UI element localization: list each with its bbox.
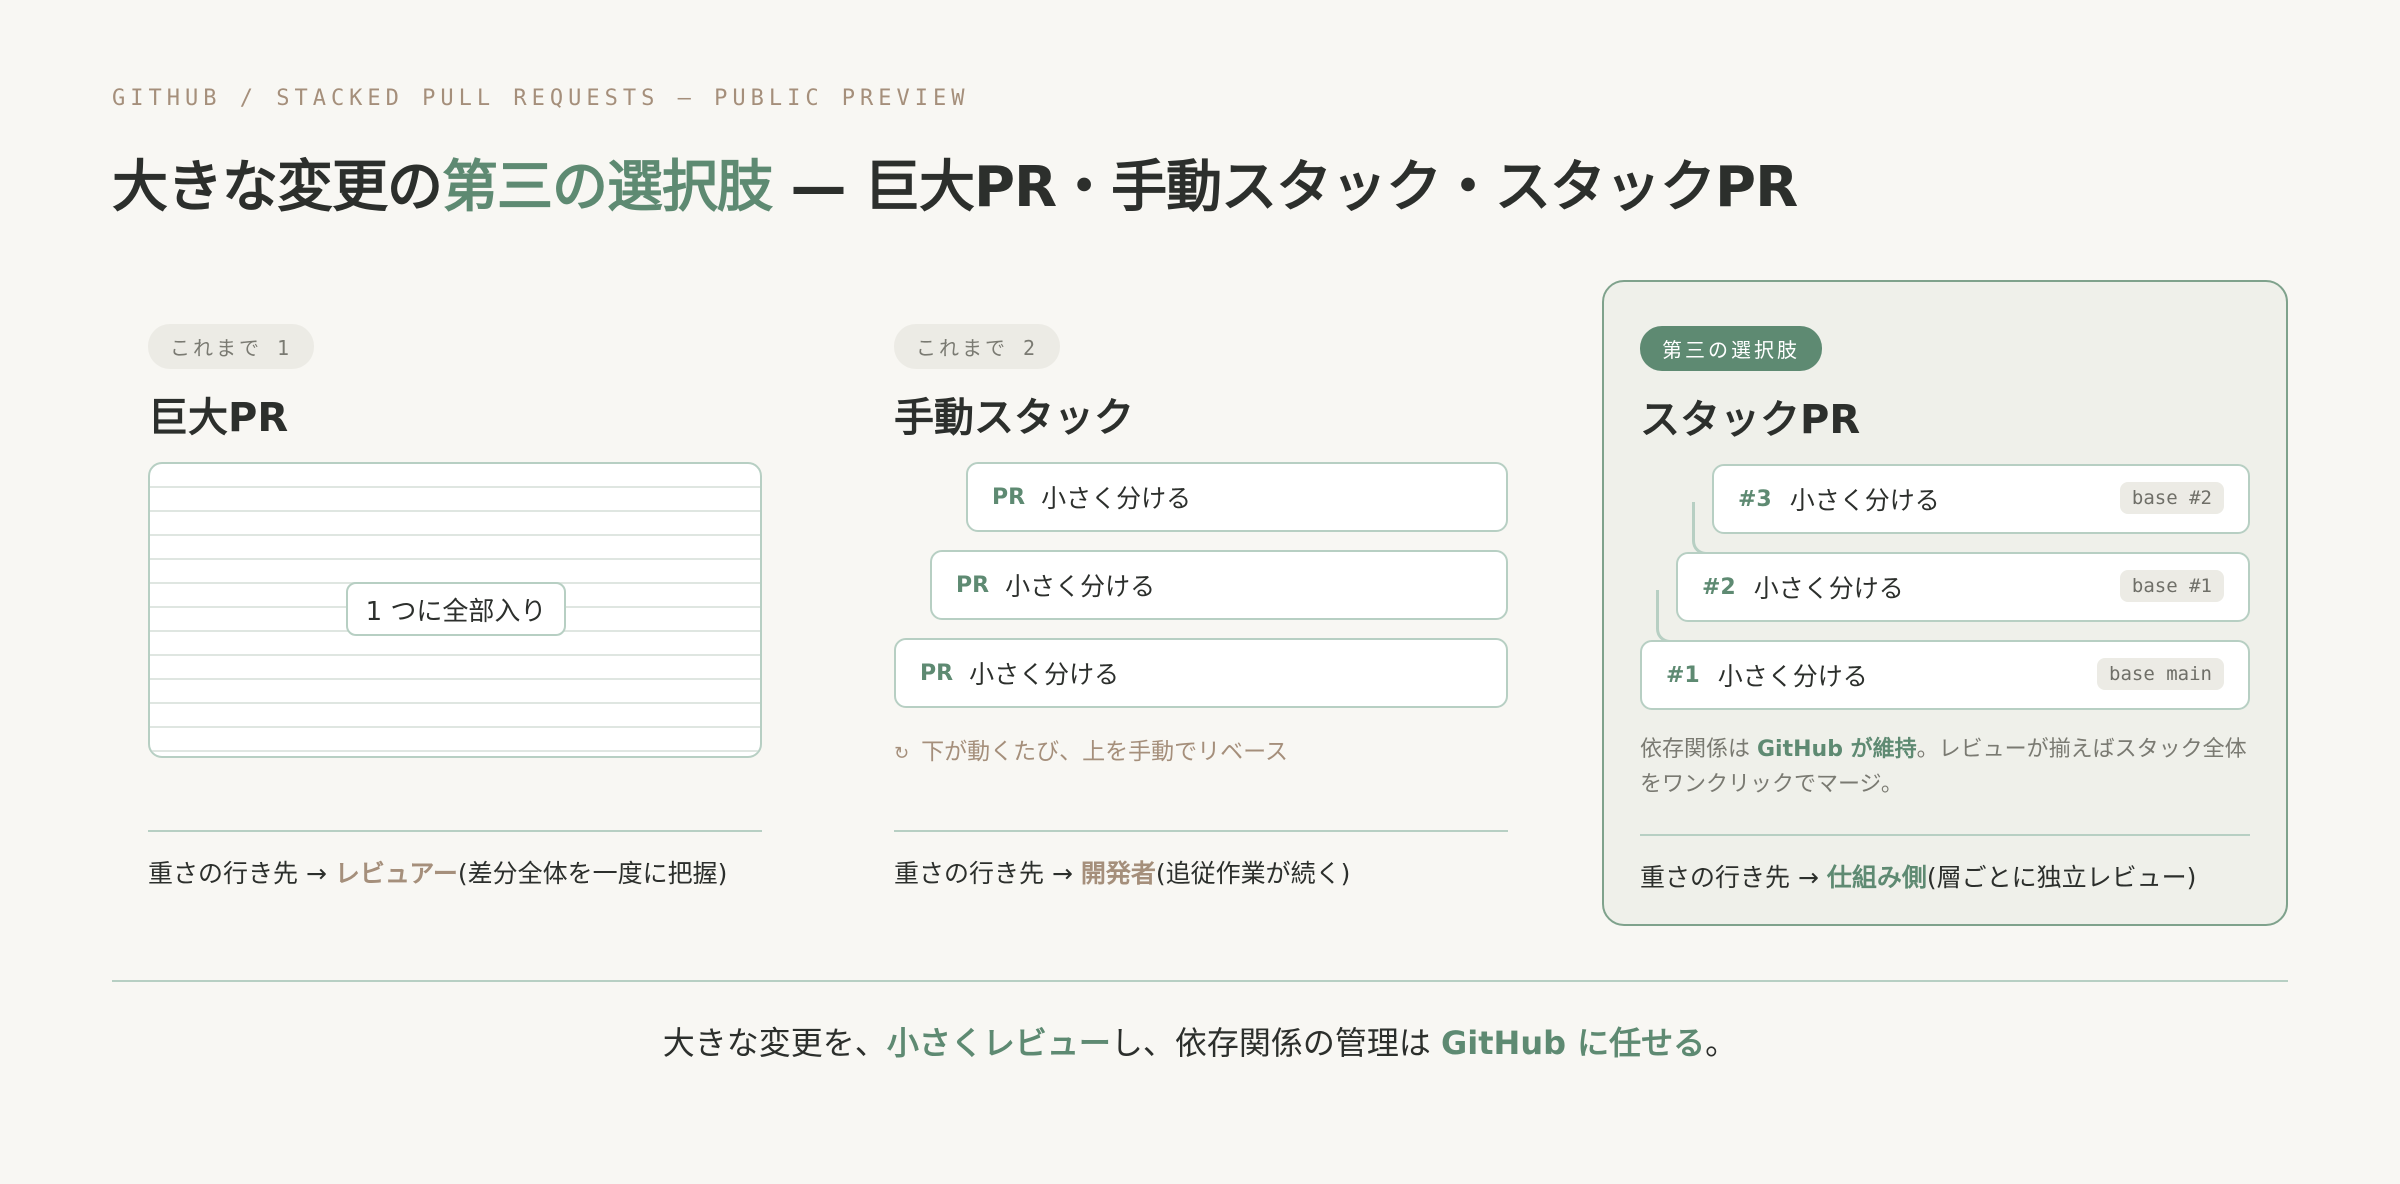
column-stacked-pr: 第三の選択肢 スタックPR #3 小さく分ける base #2 #2 小さく分け… bbox=[1602, 280, 2288, 926]
pr-tag: PR bbox=[992, 484, 1026, 510]
weight-note: (差分全体を一度に把握) bbox=[457, 859, 728, 888]
pr-number: #2 bbox=[1702, 574, 1736, 600]
title-accent: 第三の選択肢 bbox=[442, 155, 773, 220]
pr-tag: PR bbox=[956, 572, 990, 598]
base-badge: base #1 bbox=[2119, 570, 2224, 602]
pr-label: 小さく分ける bbox=[1753, 574, 1904, 603]
pr-card: PR 小さく分ける bbox=[966, 462, 1508, 532]
pr-label: 小さく分ける bbox=[1041, 484, 1192, 513]
footer-mid: し、依存関係の管理は bbox=[1110, 1024, 1442, 1062]
footer-accent-review: 小さくレビュー bbox=[886, 1024, 1111, 1062]
giant-pr-label: 1 つに全部入り bbox=[346, 582, 566, 636]
pr-label: 小さく分ける bbox=[969, 660, 1120, 689]
column-giant-pr: これまで 1 巨大PR 1 つに全部入り 重さの行き先 → レビュアー(差分全体… bbox=[148, 280, 762, 888]
weight-line: 重さの行き先 → 仕組み側(層ごとに独立レビュー) bbox=[1640, 858, 2196, 894]
header-kicker: GITHUB / STACKED PULL REQUESTS — PUBLIC … bbox=[112, 86, 970, 111]
choice-badge: 第三の選択肢 bbox=[1640, 326, 1822, 371]
column-title: スタックPR bbox=[1640, 397, 1861, 443]
title-pre: 大きな変更の bbox=[112, 155, 443, 220]
column-title: 手動スタック bbox=[894, 395, 1134, 441]
pr-number: #1 bbox=[1666, 662, 1700, 688]
pr-tag: PR bbox=[920, 660, 954, 686]
divider bbox=[148, 830, 762, 832]
pr-label: 小さく分ける bbox=[1717, 662, 1868, 691]
weight-prefix: 重さの行き先 → bbox=[894, 859, 1081, 888]
stacked-pr-description: 依存関係は GitHub が維持。レビューが揃えばスタック全体をワンクリックでマ… bbox=[1640, 732, 2250, 802]
column-title: 巨大PR bbox=[148, 395, 289, 441]
footer-post: 。 bbox=[1705, 1024, 1738, 1062]
weight-target: 仕組み側 bbox=[1826, 863, 1927, 892]
giant-pr-box: 1 つに全部入り bbox=[148, 462, 762, 758]
divider bbox=[894, 830, 1508, 832]
weight-note: (追従作業が続く) bbox=[1155, 859, 1351, 888]
divider bbox=[1640, 834, 2250, 836]
weight-prefix: 重さの行き先 → bbox=[148, 859, 335, 888]
footer-summary: 大きな変更を、小さくレビューし、依存関係の管理は GitHub に任せる。 bbox=[0, 1018, 2400, 1064]
step-badge: これまで 2 bbox=[894, 324, 1061, 369]
step-badge: これまで 1 bbox=[148, 324, 315, 369]
stacked-pr-card: #3 小さく分ける base #2 bbox=[1712, 464, 2250, 534]
weight-prefix: 重さの行き先 → bbox=[1640, 863, 1827, 892]
rebase-icon: ↻ bbox=[894, 743, 910, 764]
title-post: — 巨大PR・手動スタック・スタックPR bbox=[772, 155, 1798, 220]
footer-divider bbox=[112, 980, 2288, 982]
pr-number: #3 bbox=[1738, 486, 1772, 512]
weight-note: (層ごとに独立レビュー) bbox=[1926, 863, 2197, 892]
pr-card: PR 小さく分ける bbox=[930, 550, 1508, 620]
base-badge: base main bbox=[2097, 658, 2224, 690]
desc-accent: GitHub が維持 bbox=[1757, 737, 1917, 762]
column-manual-stack: これまで 2 手動スタック PR 小さく分ける PR 小さく分ける PR 小さく… bbox=[894, 280, 1508, 888]
rebase-note: ↻ 下が動くたび、上を手動でリベース bbox=[894, 732, 1288, 766]
stacked-pr-card: #2 小さく分ける base #1 bbox=[1676, 552, 2250, 622]
page-title: 大きな変更の第三の選択肢 — 巨大PR・手動スタック・スタックPR bbox=[112, 142, 1798, 223]
rebase-text: 下が動くたび、上を手動でリベース bbox=[921, 739, 1288, 765]
weight-target: 開発者 bbox=[1080, 859, 1156, 888]
base-badge: base #2 bbox=[2119, 482, 2224, 514]
weight-target: レビュアー bbox=[334, 859, 458, 888]
weight-line: 重さの行き先 → 開発者(追従作業が続く) bbox=[894, 854, 1350, 890]
pr-label: 小さく分ける bbox=[1789, 486, 1940, 515]
weight-line: 重さの行き先 → レビュアー(差分全体を一度に把握) bbox=[148, 854, 727, 890]
pr-label: 小さく分ける bbox=[1005, 572, 1156, 601]
footer-accent-github: GitHub に任せる bbox=[1441, 1024, 1706, 1062]
desc-prefix: 依存関係は bbox=[1640, 737, 1757, 762]
stacked-pr-card: #1 小さく分ける base main bbox=[1640, 640, 2250, 710]
pr-card: PR 小さく分ける bbox=[894, 638, 1508, 708]
footer-pre: 大きな変更を、 bbox=[662, 1024, 887, 1062]
